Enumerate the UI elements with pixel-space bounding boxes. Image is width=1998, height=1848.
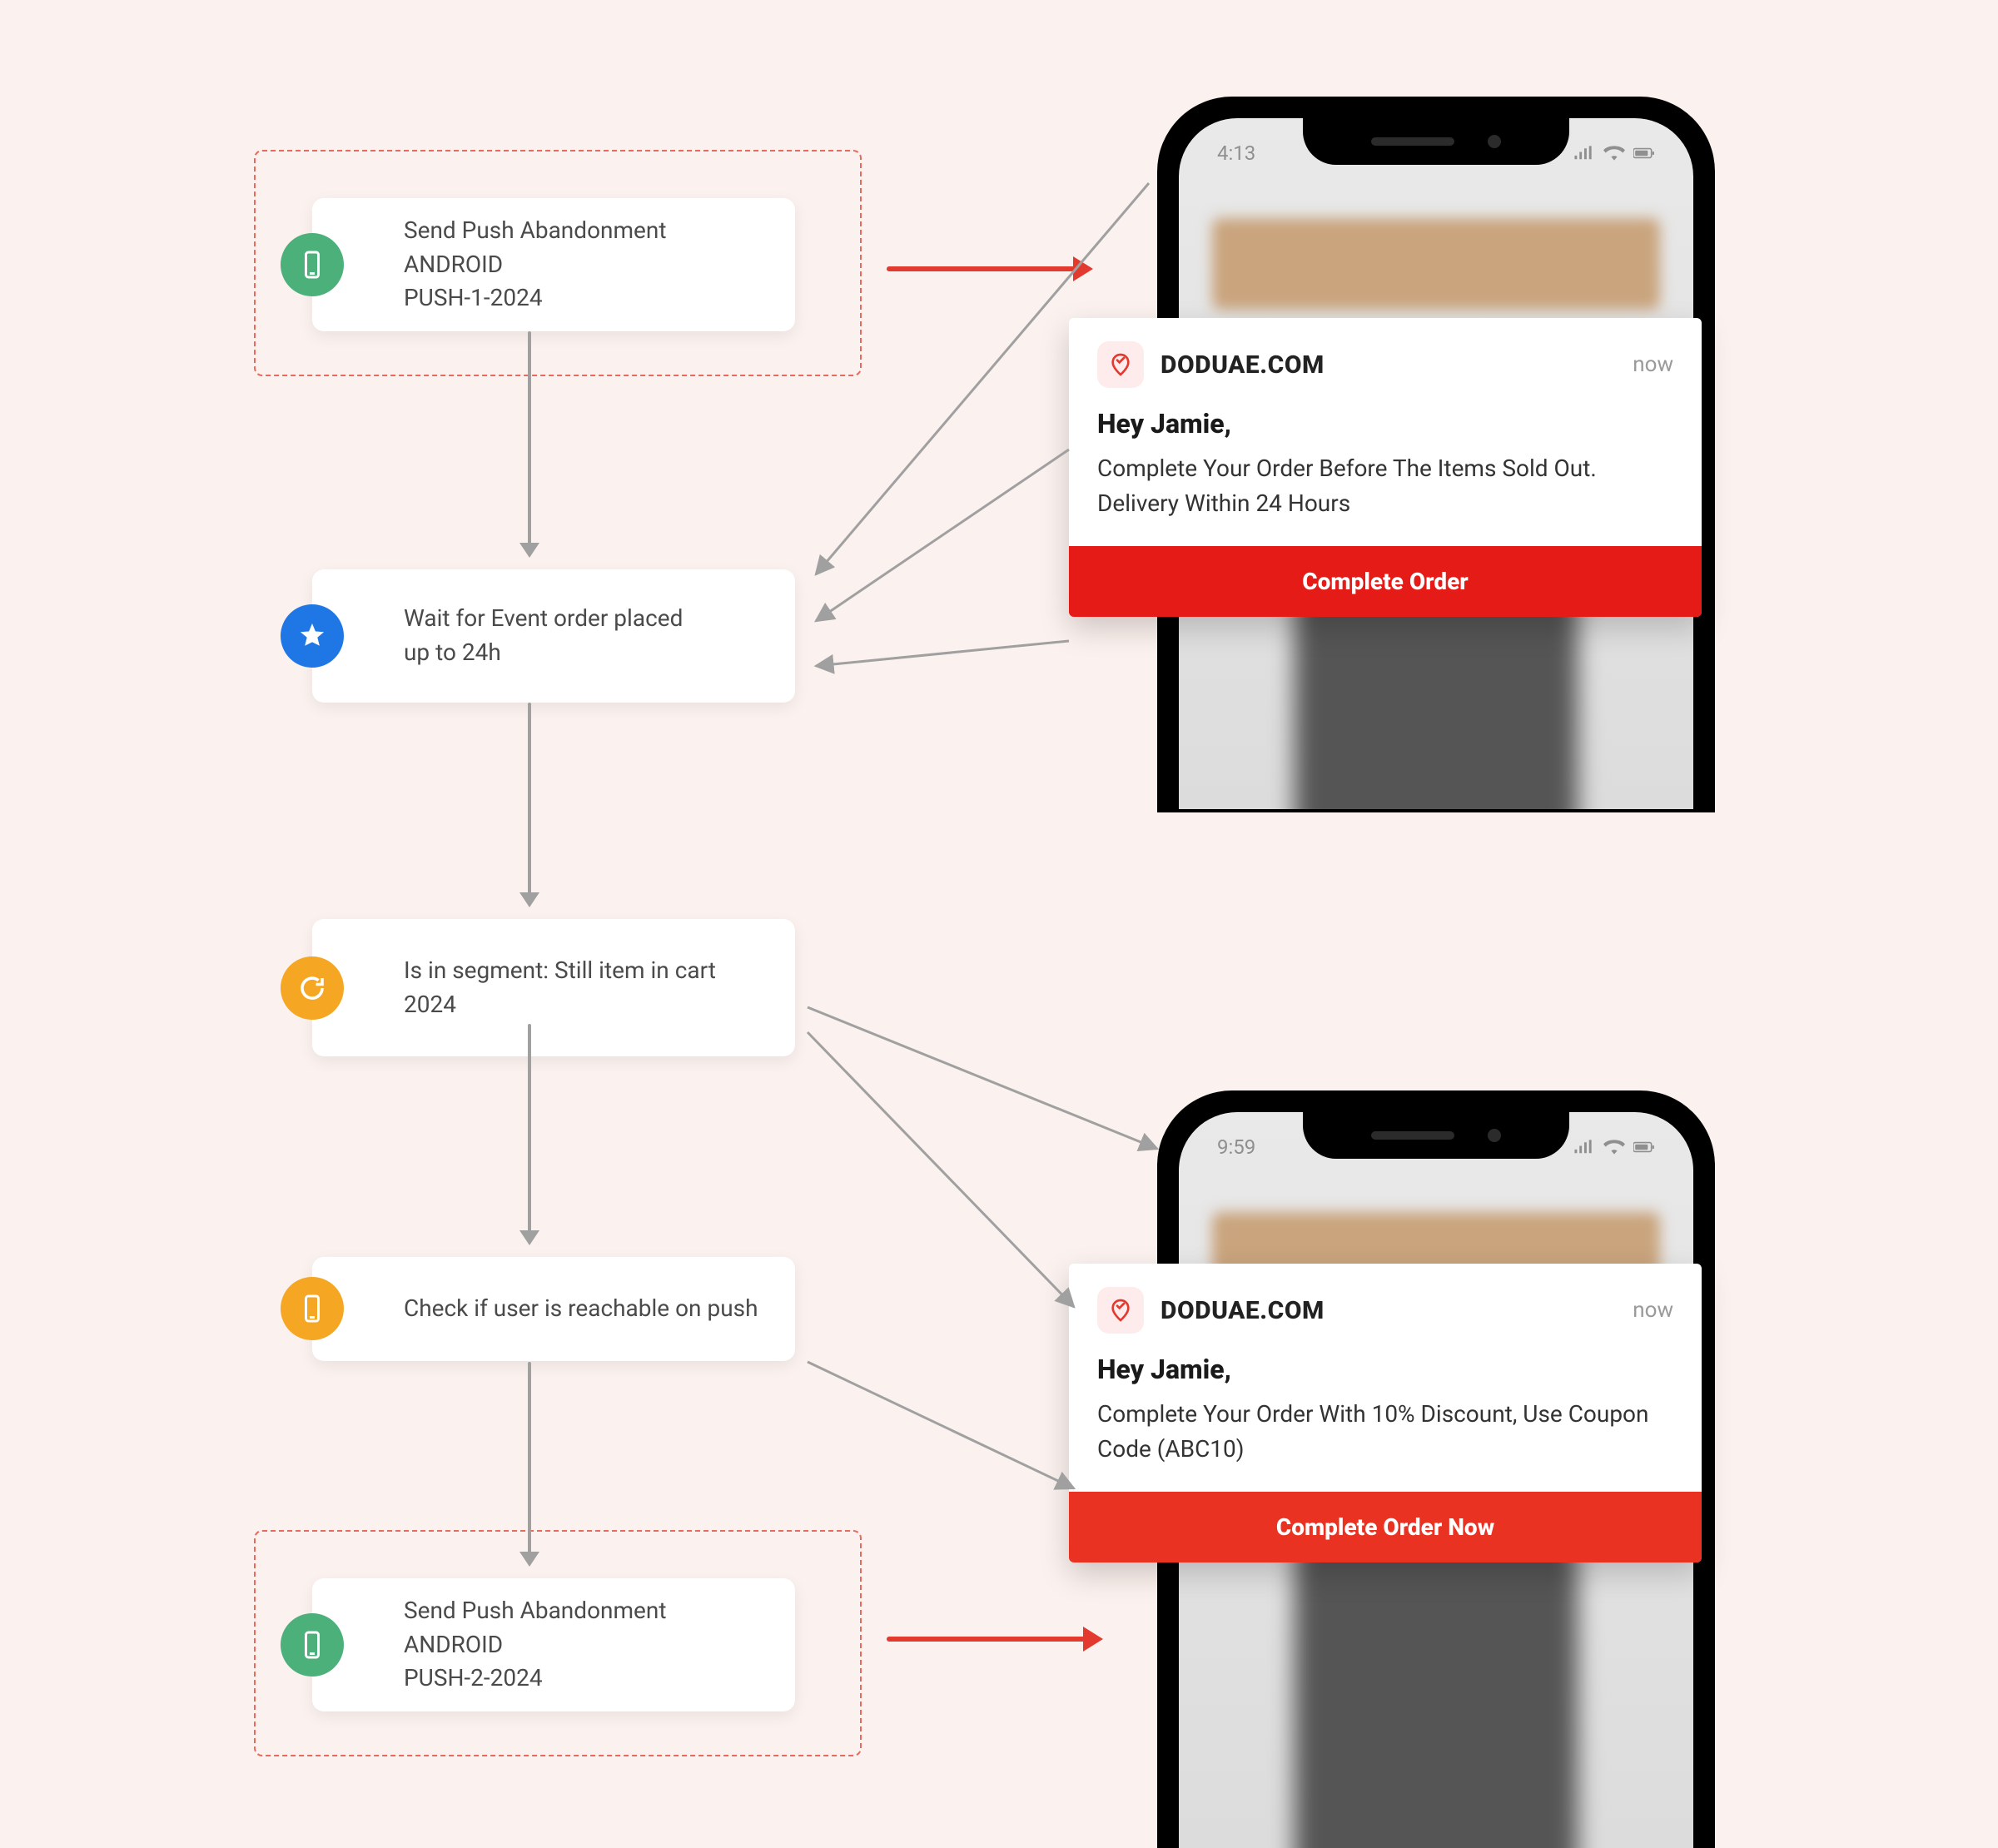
battery-icon — [1633, 1139, 1655, 1155]
wifi-icon — [1603, 145, 1625, 161]
flow-node-send-push-2[interactable]: Send Push Abandonment ANDROID PUSH-2-202… — [312, 1578, 795, 1711]
flow-node-wait-event[interactable]: Wait for Event order placed up to 24h — [312, 569, 795, 703]
diagram-stage: Send Push Abandonment ANDROID PUSH-1-202… — [0, 0, 1998, 1845]
phone-time: 9:59 — [1217, 1135, 1255, 1159]
phone-time: 4:13 — [1217, 142, 1255, 165]
notification-source: DODUAE.COM — [1161, 350, 1325, 380]
phone-icon — [281, 233, 344, 296]
complete-order-now-button[interactable]: Complete Order Now — [1069, 1492, 1702, 1562]
flow-node-reachable-check[interactable]: Check if user is reachable on push — [312, 1257, 795, 1361]
connector-1-2 — [528, 331, 531, 556]
push-notification-1[interactable]: DODUAE.COM now Hey Jamie, Complete Your … — [1069, 318, 1702, 617]
complete-order-button[interactable]: Complete Order — [1069, 546, 1702, 617]
phone-status-icons — [1573, 1139, 1655, 1155]
phone-notch — [1303, 118, 1569, 165]
phone-notch — [1303, 1112, 1569, 1159]
signal-icon — [1573, 1139, 1595, 1155]
phone-icon — [281, 1613, 344, 1677]
notification-message: Complete Your Order With 10% Discount, U… — [1097, 1397, 1673, 1467]
cycle-icon — [281, 956, 344, 1020]
connector-2-3 — [528, 703, 531, 906]
phone-content-banner — [1212, 218, 1660, 310]
phone-status-icons — [1573, 145, 1655, 161]
notification-title: Hey Jamie, — [1097, 408, 1673, 440]
push-notification-2[interactable]: DODUAE.COM now Hey Jamie, Complete Your … — [1069, 1264, 1702, 1562]
notification-time: now — [1633, 352, 1673, 377]
flow-node-segment-check[interactable]: Is in segment: Still item in cart 2024 — [312, 919, 795, 1056]
app-logo-icon — [1097, 1287, 1144, 1334]
node-label: Send Push Abandonment ANDROID PUSH-1-202… — [404, 214, 760, 315]
notification-message: Complete Your Order Before The Items Sol… — [1097, 451, 1673, 521]
node-label: Is in segment: Still item in cart 2024 — [404, 954, 760, 1021]
red-arrow-1 — [887, 266, 1090, 271]
phone-icon — [281, 1277, 344, 1340]
battery-icon — [1633, 145, 1655, 161]
connector-4-5 — [528, 1362, 531, 1565]
connector-3-4 — [528, 1024, 531, 1244]
notification-source: DODUAE.COM — [1161, 1296, 1325, 1325]
app-logo-icon — [1097, 341, 1144, 388]
node-label: Check if user is reachable on push — [404, 1292, 760, 1326]
star-icon — [281, 604, 344, 668]
wifi-icon — [1603, 1139, 1625, 1155]
signal-icon — [1573, 145, 1595, 161]
node-label: Send Push Abandonment ANDROID PUSH-2-202… — [404, 1594, 760, 1696]
node-label: Wait for Event order placed up to 24h — [404, 602, 683, 669]
notification-title: Hey Jamie, — [1097, 1354, 1673, 1385]
red-arrow-2 — [887, 1637, 1100, 1642]
flow-node-send-push-1[interactable]: Send Push Abandonment ANDROID PUSH-1-202… — [312, 198, 795, 331]
notification-time: now — [1633, 1298, 1673, 1323]
phone-content-person-body — [1295, 1515, 1578, 1848]
